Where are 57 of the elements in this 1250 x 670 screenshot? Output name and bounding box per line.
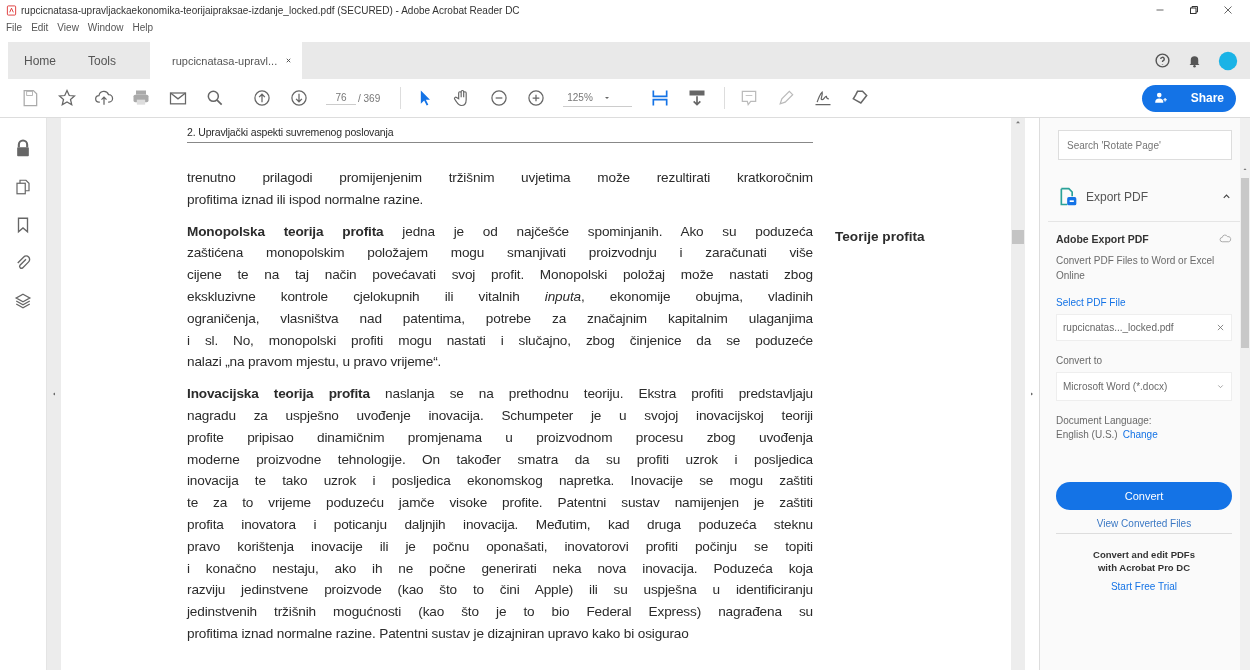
description: Convert PDF Files to Word or Excel Online <box>1056 254 1216 283</box>
export-pdf-icon <box>1058 186 1078 207</box>
layers-icon[interactable] <box>14 292 32 310</box>
previous-page-icon[interactable] <box>252 88 272 108</box>
next-page-icon[interactable] <box>289 88 309 108</box>
paragraph: Monopolska teorija profita jedna je od najčešće spominjanih. Ako su poduzeća zaštićena monopolskim položajem mogu smanjivati proizvodnju i zaračunati više cijene te na taj način povećavati svoj profit. Monopolski položaj može nastati zbog ekskluzivne kontrole cjelokupnih ili vitalnih inputa, ekonomije obujma, vladinih ograničenja, vlasništva nad patentima, potrebe za značajnim kapitalnim ulaganjima i sl. No, monopolski profiti mogu nastati i slučajno, zbog činjenice da se poduzeće nalazi „na pravom mjestu, u pravo vrijeme“. <box>187 222 813 372</box>
margin-note: Teorije profita <box>835 229 925 244</box>
zoom-dropdown[interactable]: 125% <box>563 89 632 107</box>
pages-icon[interactable] <box>14 178 32 196</box>
paragraph: Inovacijska teorija profita naslanja se na prethodnu teoriju. Ekstra profiti predstavljaju nagradu za uspješno uvođenje inovacija. Schumpeter je u svojoj inovacijskoj teoriji profite pripisao dinamičnim promjenama u proizvodnom procesu zbog uvođenja moderne proizvodne tehnologije. On također smatra da su profiti uzrok i posljedica inovacija te tako uzrok i posljedica ekonomskog napretka. Inovacije se mogu zaštiti te za to vrijeme poduzeću jamče visoke profite. Patentni sustav namijenjen je zaštiti profita inovatora i poticanju daljnjih inovacija. Međutim, kad druga poduzeća steknu pravo korištenja inovacije ili je počnu oponašati, inovatorovi profiti počinju se topiti i konačno nestaju, ako ih ne počne generirati neka nova inovacija. Poduzeća koja razviju jedinstvene proizvode (kao što to čini Apple) ili su uspješna u identificiranju jedinstvenih tržišnih mogućnosti (kao što je to bio Federal Express) nagrađena su profitima iznad normalne razine. Patentni sustav je dizajniran upravo kako bi osigurao <box>187 385 813 643</box>
select-file-link[interactable]: Select PDF File <box>1056 297 1232 308</box>
convert-button[interactable]: Convert <box>1056 482 1232 510</box>
field-label: Convert to <box>1056 355 1104 366</box>
format-dropdown[interactable]: Microsoft Word (*.docx) <box>1056 372 1232 401</box>
page-number-field[interactable]: 76 <box>326 91 356 105</box>
tab[interactable]: rupcicnatasa-upravl... <box>150 42 303 79</box>
close-icon[interactable] <box>1222 4 1234 16</box>
file-field[interactable]: rupcicnatas..._locked.pdf <box>1056 314 1232 341</box>
paragraph: trenutno prilagodi promijenjenim tržišnim uvjetima može rezultirati kratkoročnim profitima iznad ili ispod normalne razine. <box>187 169 813 209</box>
window-title: rupcicnatasa-upravljackaekonomika-teorijaipraksae-izdanje_locked.pdf (SECURED) - Adobe Acrobat Reader DC <box>21 4 520 16</box>
field-label: Document Language: <box>1056 415 1153 426</box>
pdf-file-icon <box>6 4 17 16</box>
share-button[interactable]: Share <box>1141 84 1236 112</box>
bell-icon[interactable] <box>1187 53 1202 68</box>
zoom-search-icon[interactable] <box>205 88 225 108</box>
menu-item[interactable]: View <box>57 21 79 33</box>
running-head: 2. Upravljački aspekti suvremenog poslovanja <box>187 126 813 143</box>
close-icon[interactable] <box>285 57 293 64</box>
zoom-out-icon[interactable] <box>489 88 510 108</box>
menu-item[interactable]: Edit <box>31 21 49 33</box>
tab[interactable]: Home <box>8 42 72 79</box>
upload-cloud-icon[interactable] <box>94 88 114 108</box>
free-trial-link[interactable]: Start Free Trial <box>1110 581 1178 592</box>
chevron-down-icon <box>1216 382 1225 391</box>
page-count: / 369 <box>358 92 381 104</box>
language-value: English (U.S.) <box>1056 429 1118 440</box>
view-converted-link[interactable]: View Converted Files <box>1096 518 1192 529</box>
promo-text: Convert and edit PDFs with Acrobat Pro DC <box>1092 548 1196 574</box>
add-person-icon <box>1153 91 1168 105</box>
collapse-left-icon[interactable] <box>51 390 57 398</box>
scrollbar-thumb[interactable] <box>1012 230 1024 244</box>
restore-icon[interactable] <box>1188 4 1200 16</box>
scroll-up-icon[interactable] <box>1242 166 1248 172</box>
paperclip-icon[interactable] <box>14 254 32 272</box>
search-field[interactable]: Search 'Rotate Page' <box>1058 130 1232 160</box>
help-icon[interactable] <box>1154 52 1171 69</box>
expand-right-icon[interactable] <box>1029 390 1035 398</box>
star-icon[interactable] <box>57 88 77 108</box>
panel-heading: Adobe Export PDF <box>1056 232 1149 245</box>
menu-item[interactable]: Window <box>87 21 124 33</box>
scrollbar-thumb[interactable] <box>1241 178 1249 348</box>
change-link[interactable]: Change <box>1122 429 1158 440</box>
tab[interactable]: Tools <box>72 42 133 79</box>
menu-item[interactable]: Help <box>132 21 153 33</box>
menu-item[interactable]: File <box>6 21 23 33</box>
zoom-in-icon[interactable] <box>526 88 547 108</box>
clear-icon[interactable] <box>1216 323 1225 332</box>
